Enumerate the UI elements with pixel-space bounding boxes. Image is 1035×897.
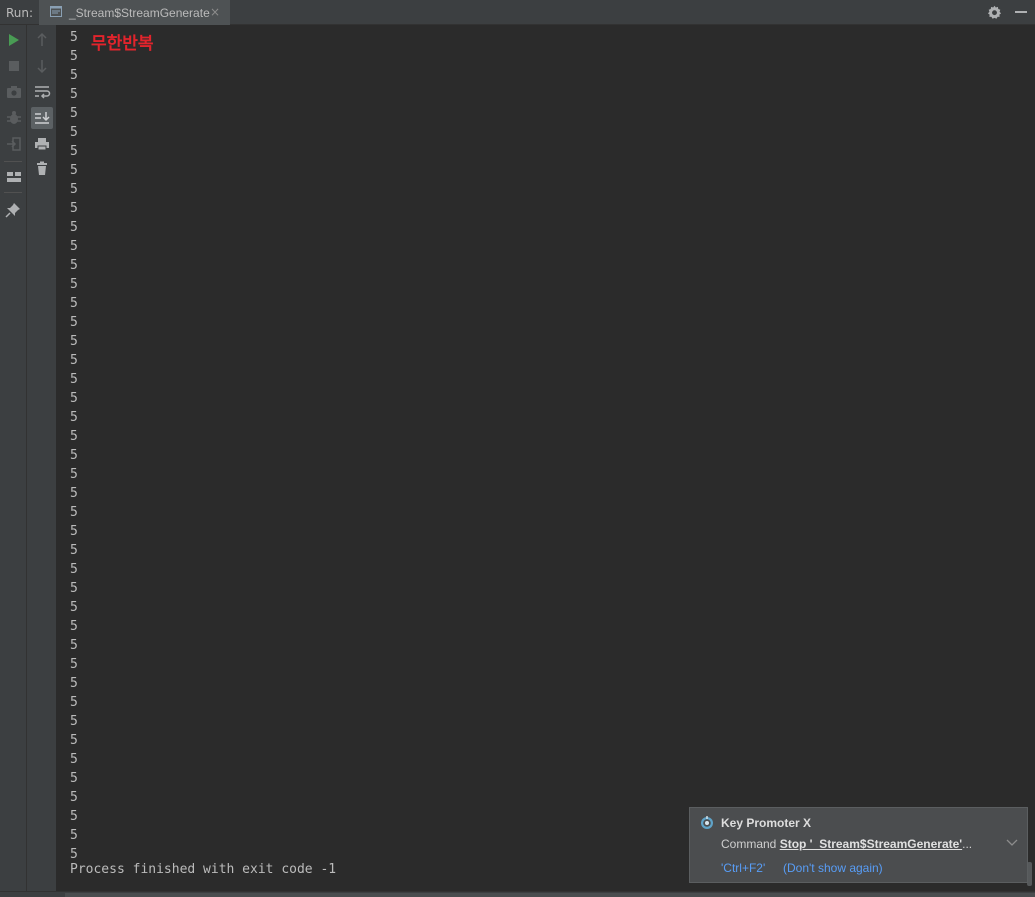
console-line: 5 [70, 714, 78, 729]
toolbar-divider [4, 192, 22, 193]
console-line: 5 [70, 676, 78, 691]
notification-ellipsis: ... [962, 837, 973, 851]
login-icon[interactable] [4, 134, 24, 154]
console-line: 5 [70, 296, 78, 311]
console-line: 5 [70, 524, 78, 539]
console-line: 5 [70, 106, 78, 121]
scroll-to-end-icon[interactable] [31, 107, 53, 129]
tab-stream-generate[interactable]: _Stream$StreamGenerate × [39, 0, 230, 25]
dont-show-again-link[interactable]: (Don't show again) [783, 861, 883, 875]
console-line: 5 [70, 771, 78, 786]
console-line: 5 [70, 733, 78, 748]
gear-icon[interactable] [987, 5, 1002, 20]
console-line: 5 [70, 657, 78, 672]
run-icon[interactable] [4, 30, 24, 50]
horizontal-scrollbar[interactable] [65, 893, 1035, 897]
console-line: 5 [70, 581, 78, 596]
console-line: 5 [70, 828, 78, 843]
pin-icon[interactable] [3, 200, 23, 220]
arrow-down-icon[interactable] [32, 56, 52, 76]
console-line: 5 [70, 562, 78, 577]
console-icon [50, 6, 62, 17]
console-line: 5 [70, 695, 78, 710]
console-line: 5 [70, 277, 78, 292]
key-promoter-notification: Key Promoter X Command Stop '_Stream$Str… [689, 807, 1028, 883]
debug-icon[interactable] [4, 108, 24, 128]
console-line: 5 [70, 391, 78, 406]
console-line: 5 [70, 182, 78, 197]
run-tool-window-header: Run: _Stream$StreamGenerate × [0, 0, 1035, 25]
tab-label: _Stream$StreamGenerate [69, 6, 210, 20]
print-icon[interactable] [32, 134, 52, 154]
stop-icon[interactable] [4, 56, 24, 76]
console-line: 5 [70, 68, 78, 83]
console-line: 5 [70, 752, 78, 767]
console-line: 5 [70, 619, 78, 634]
notification-title: Key Promoter X [721, 816, 812, 830]
console-line: 5 [70, 372, 78, 387]
console-line: 5 [70, 49, 78, 64]
console-line: 5 [70, 87, 78, 102]
console-line: 5 [70, 543, 78, 558]
console-line: 5 [70, 30, 78, 45]
run-toolbar [0, 25, 27, 891]
console-line: 5 [70, 638, 78, 653]
console-lines: 5 5 5 5 5 5 5 5 5 5 5 5 5 5 5 5 5 5 5 5 5 5 5 5 5 5 5 5 5 5 5 5 5 5 5 5 5 5 5 5… [70, 28, 78, 864]
console-line: 5 [70, 163, 78, 178]
console-line: 5 [70, 505, 78, 520]
notification-body: Command Stop '_Stream$StreamGenerate'... [721, 837, 981, 851]
console-line: 5 [70, 220, 78, 235]
console-line: 5 [70, 448, 78, 463]
console-line: 5 [70, 334, 78, 349]
console-output[interactable]: 5 5 5 5 5 5 5 5 5 5 5 5 5 5 5 5 5 5 5 5 5 5 5 5 5 5 5 5 5 5 5 5 5 5 5 5 5 5 5 5… [57, 25, 1035, 891]
console-line: 5 [70, 790, 78, 805]
camera-icon[interactable] [4, 82, 24, 102]
console-line: 5 [70, 429, 78, 444]
annotation-label: 무한반복 [91, 34, 154, 54]
process-finished-message: Process finished with exit code -1 [70, 862, 337, 877]
trash-icon[interactable] [32, 159, 52, 179]
console-line: 5 [70, 410, 78, 425]
notification-command-label: Command [721, 837, 780, 851]
console-toolbar [27, 25, 57, 891]
console-line: 5 [70, 486, 78, 501]
layout-icon[interactable] [4, 167, 24, 187]
console-line: 5 [70, 201, 78, 216]
console-line: 5 [70, 600, 78, 615]
console-line: 5 [70, 353, 78, 368]
console-line: 5 [70, 144, 78, 159]
arrow-up-icon[interactable] [32, 30, 52, 50]
minimize-icon[interactable] [1015, 11, 1027, 13]
console-line: 5 [70, 258, 78, 273]
console-line: 5 [70, 239, 78, 254]
toolbar-divider [4, 161, 22, 162]
key-promoter-icon [701, 816, 713, 829]
notification-command-value[interactable]: Stop '_Stream$StreamGenerate' [780, 837, 962, 851]
chevron-down-icon[interactable] [1006, 838, 1018, 848]
tab-close-icon[interactable]: × [210, 5, 220, 19]
console-line: 5 [70, 467, 78, 482]
shortcut-link[interactable]: 'Ctrl+F2' [721, 861, 765, 875]
soft-wrap-icon[interactable] [32, 82, 52, 102]
console-line: 5 [70, 315, 78, 330]
console-line: 5 [70, 125, 78, 140]
console-line: 5 [70, 809, 78, 824]
run-label: Run: [6, 6, 34, 20]
